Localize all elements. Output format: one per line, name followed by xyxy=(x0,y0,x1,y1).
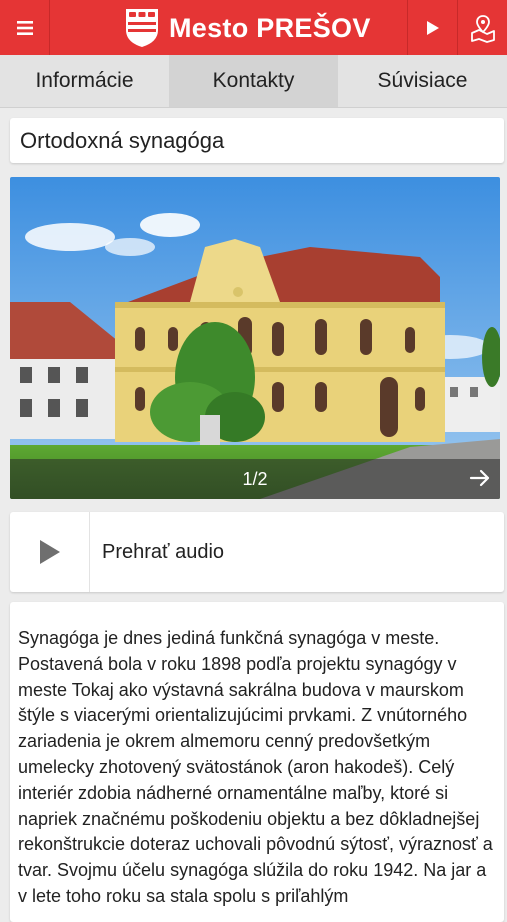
photo-gallery[interactable]: 1/2 xyxy=(10,177,500,499)
audio-label: Prehrať audio xyxy=(102,540,225,563)
play-icon xyxy=(426,20,439,35)
audio-player[interactable]: Prehrať audio xyxy=(10,512,504,592)
map-button[interactable] xyxy=(457,0,507,55)
presov-coat-of-arms-logo xyxy=(126,9,158,47)
gallery-next-button[interactable] xyxy=(468,466,492,495)
description-text: Synagóga je dnes jediná funkčná synagóga… xyxy=(18,628,493,906)
place-title: Ortodoxná synagóga xyxy=(20,127,225,153)
description-card: Synagóga je dnes jediná funkčná synagóga… xyxy=(10,602,504,922)
app-header: Mesto PREŠOV xyxy=(0,0,507,55)
place-title-card: Ortodoxná synagóga xyxy=(10,118,504,163)
gallery-counter: 1/2 xyxy=(242,468,268,489)
header-play-button[interactable] xyxy=(407,0,457,55)
app-title: Mesto PREŠOV xyxy=(169,12,371,43)
app-brand: Mesto PREŠOV xyxy=(125,8,371,48)
arrow-right-icon xyxy=(469,469,490,487)
menu-button[interactable] xyxy=(0,0,50,55)
tab-suvisiace[interactable]: Súvisiace xyxy=(338,55,507,107)
hamburger-menu-icon xyxy=(16,20,33,35)
gallery-pager: 1/2 xyxy=(10,459,500,499)
tab-kontakty[interactable]: Kontakty xyxy=(169,55,338,107)
audio-play-button[interactable] xyxy=(10,512,90,592)
tab-informacie[interactable]: Informácie xyxy=(0,55,169,107)
tab-bar: Informácie Kontakty Súvisiace xyxy=(0,55,507,108)
play-icon xyxy=(39,540,60,564)
synagogue-photo xyxy=(10,177,500,499)
map-marker-icon xyxy=(470,14,495,43)
